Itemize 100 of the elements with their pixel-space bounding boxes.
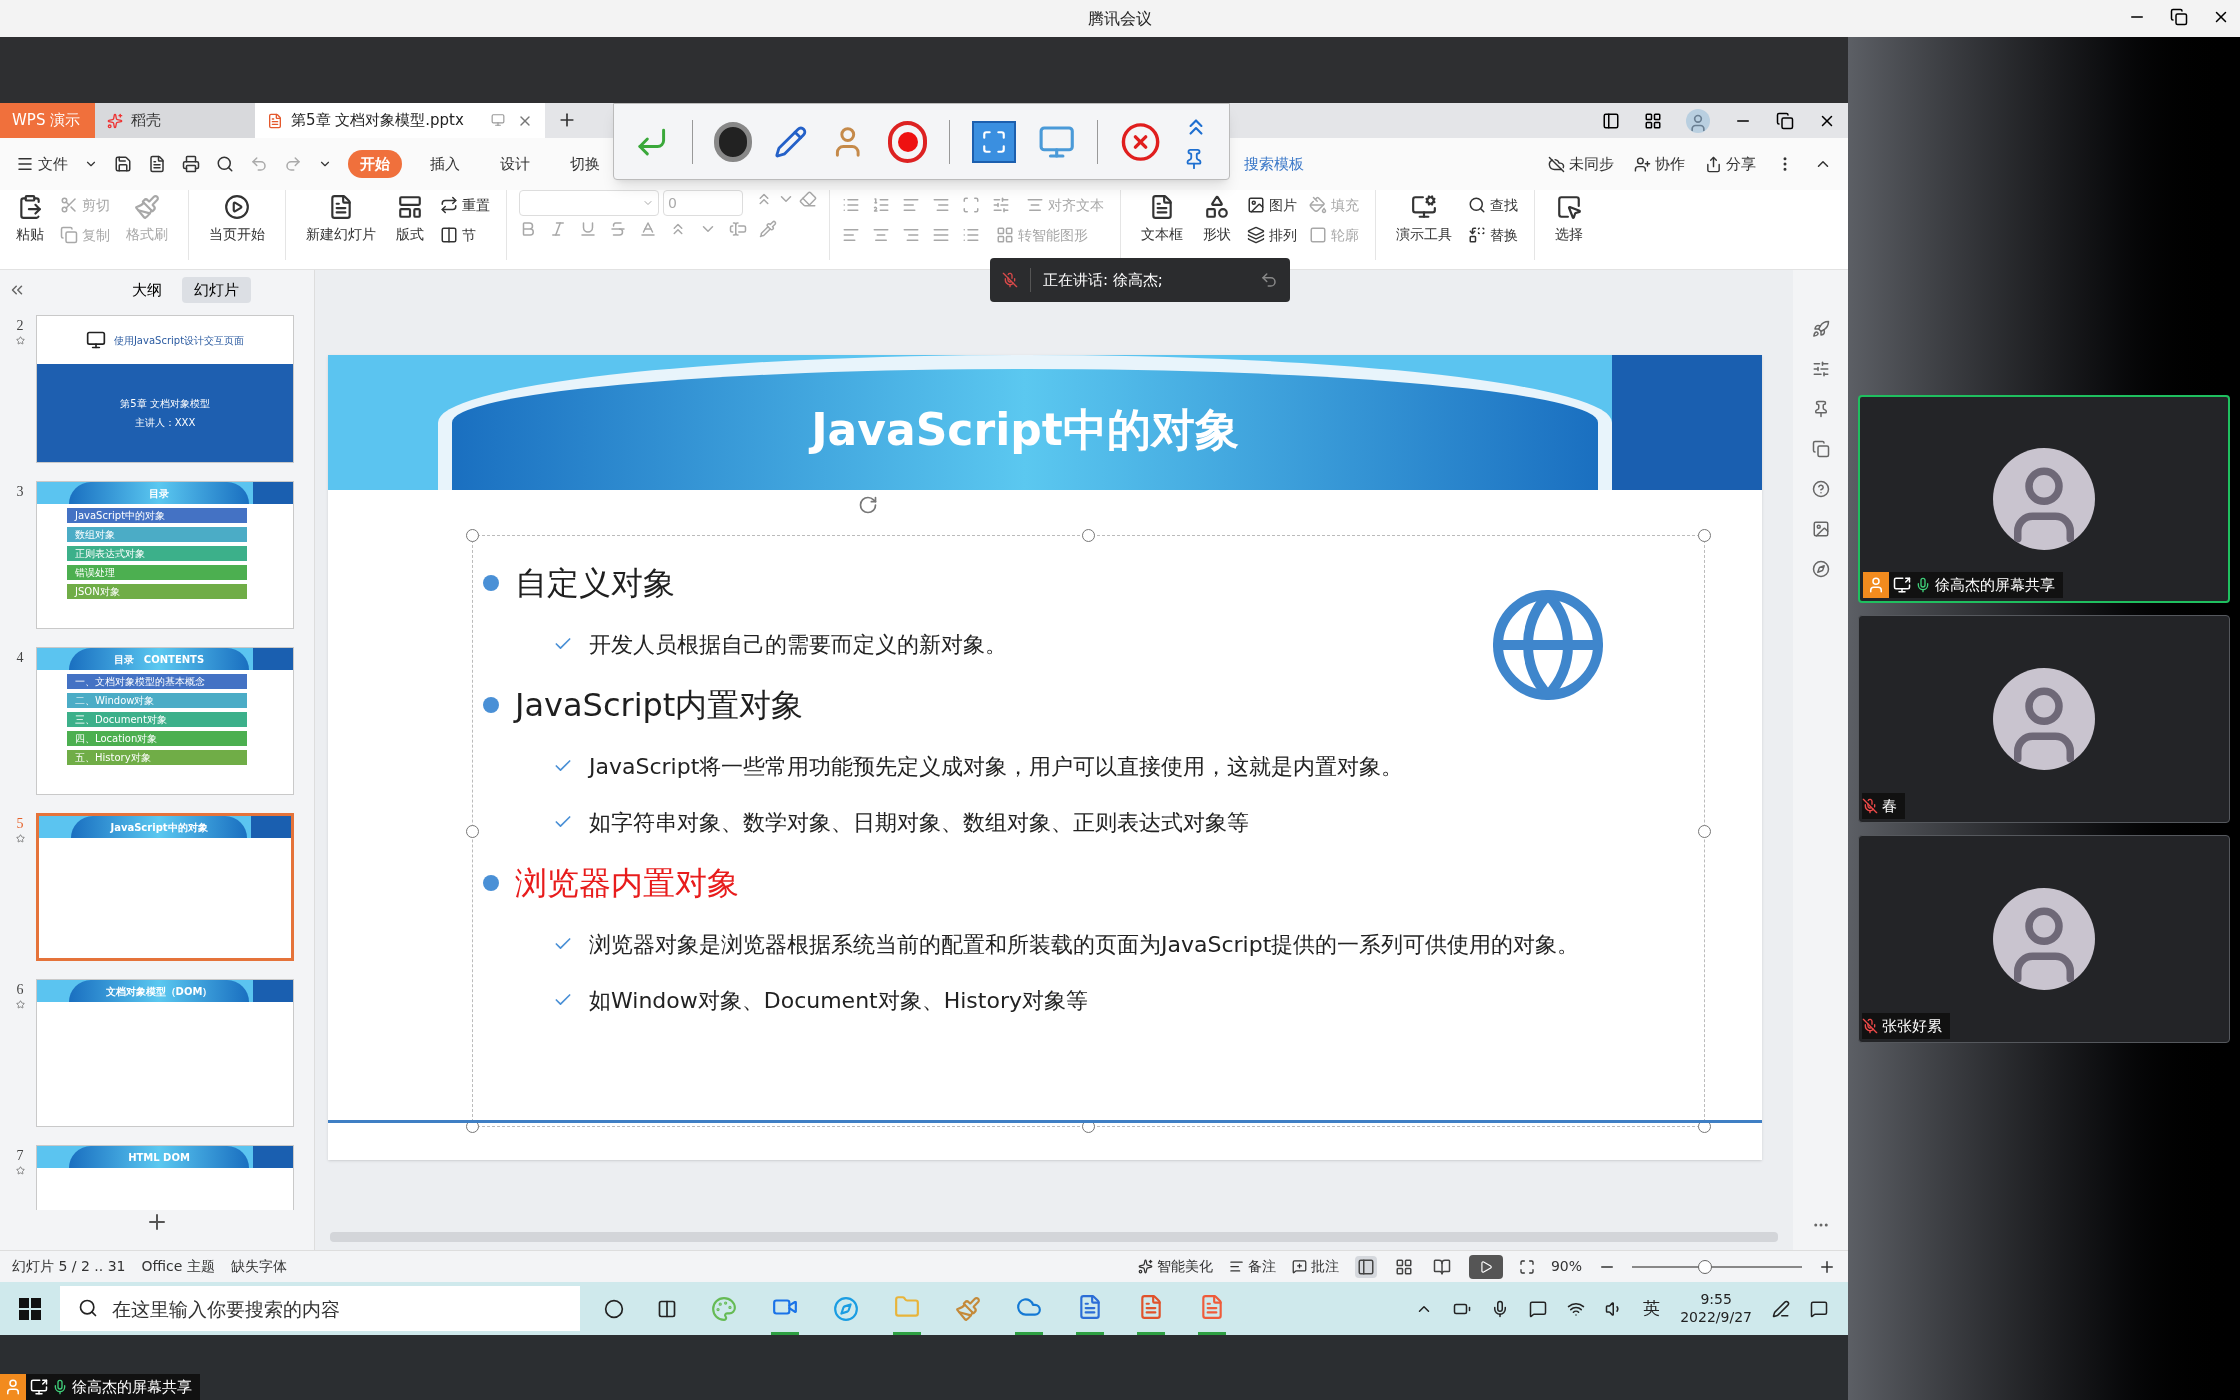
document-tab[interactable]: 第5章 文档对象模型.pptx xyxy=(255,103,545,138)
participant-name: 徐高杰的屏幕共享 xyxy=(72,1376,192,1398)
app-icon[interactable] xyxy=(1199,1294,1225,1320)
horizontal-scrollbar[interactable] xyxy=(330,1232,1778,1242)
ribbon-button[interactable]: 查找 xyxy=(1464,190,1522,220)
cortana-icon[interactable] xyxy=(604,1298,624,1319)
toolbar-action[interactable]: 未同步 xyxy=(1569,152,1614,176)
text-box-icon xyxy=(1149,194,1175,220)
restore-icon[interactable] xyxy=(2170,8,2188,26)
missing-fonts-button[interactable]: 缺失字体 xyxy=(230,1256,287,1277)
selection-handle[interactable] xyxy=(466,529,479,542)
rotate-handle-icon[interactable] xyxy=(858,495,878,515)
fill-icon xyxy=(1309,196,1327,214)
slide-thumbnail[interactable]: 目录 CONTENTS 一、文档对象模型的基本概念 二、Window对象 三、Document对象 四、Location对象 五、History对象 xyxy=(36,647,294,795)
participant-tile[interactable]: 春 xyxy=(1858,615,2230,823)
share-icon[interactable] xyxy=(1705,155,1722,173)
slide-thumbnail[interactable]: 目录 JavaScript中的对象 数组对象 正则表达式对象 错误处理 JSON对象 xyxy=(36,481,294,629)
slideshow-button[interactable] xyxy=(1468,1254,1503,1279)
replace-icon xyxy=(1468,226,1486,244)
ribbon-button[interactable]: 重置 xyxy=(436,190,494,220)
participant-tile[interactable]: 张张好累 xyxy=(1858,835,2230,1043)
panel-tab[interactable]: 幻灯片 xyxy=(182,276,251,304)
chat-icon[interactable] xyxy=(1529,1299,1548,1318)
restore-icon[interactable] xyxy=(1776,111,1794,130)
grid-icon[interactable] xyxy=(1644,111,1662,130)
compass-icon[interactable] xyxy=(1811,560,1830,578)
ribbon-button[interactable]: 形状 xyxy=(1195,190,1239,249)
windows-start-icon[interactable] xyxy=(19,1297,41,1320)
font-field[interactable] xyxy=(519,190,659,216)
picture-icon[interactable] xyxy=(1811,520,1830,538)
notification-icon[interactable] xyxy=(1810,1299,1828,1318)
ribbon-button[interactable]: 粘贴 xyxy=(8,190,52,249)
ribbon-tab[interactable]: 插入 xyxy=(418,150,472,178)
fit-icon[interactable] xyxy=(1518,1258,1535,1275)
rocket-icon[interactable] xyxy=(1811,320,1830,338)
sliders-icon[interactable] xyxy=(1811,360,1830,378)
preview-icon[interactable] xyxy=(216,155,234,173)
bullet-text: 开发人员根据自己的需要而定义的新对象。 xyxy=(589,630,1007,659)
ribbon-button[interactable]: 节 xyxy=(436,220,494,250)
selection-handle[interactable] xyxy=(1082,529,1095,542)
document-tab[interactable]: 稻壳 xyxy=(95,103,255,138)
ribbon-button[interactable]: 排列 xyxy=(1243,220,1301,250)
taskbar-search[interactable]: 在这里输入你要搜索的内容 xyxy=(60,1286,580,1331)
app-icon[interactable] xyxy=(1138,1294,1164,1320)
bullet-heading: 浏览器内置对象 xyxy=(515,863,739,904)
slide-number: 6 xyxy=(16,981,24,999)
input-method[interactable]: 英 xyxy=(1643,1295,1661,1322)
save-icon[interactable] xyxy=(114,155,132,173)
muted-mic-icon xyxy=(1002,272,1018,288)
thumbnail-title: JavaScript中的对象 xyxy=(71,816,247,838)
layout-icon[interactable] xyxy=(1602,111,1620,130)
ribbon-tab[interactable]: 切换 xyxy=(558,150,612,178)
notes-icon[interactable] xyxy=(1228,1259,1244,1274)
participant-tile[interactable]: 徐高杰的屏幕共享 xyxy=(1858,395,2230,603)
ribbon-button[interactable]: 图片 xyxy=(1243,190,1301,220)
selection-handle[interactable] xyxy=(1698,529,1711,542)
ribbon-button[interactable]: 版式 xyxy=(388,190,432,249)
contents-item: 错误处理 xyxy=(67,565,247,580)
ribbon-tab[interactable]: 设计 xyxy=(488,150,542,178)
ribbon-button[interactable]: 新建幻灯片 xyxy=(298,190,384,249)
user-avatar[interactable] xyxy=(1686,108,1710,133)
print-icon[interactable] xyxy=(182,155,200,173)
ribbon-button[interactable]: 替换 xyxy=(1464,220,1522,250)
expand-icon xyxy=(980,128,1007,155)
zoom-level[interactable]: 90% xyxy=(1550,1256,1582,1277)
selection-handle[interactable] xyxy=(1698,824,1711,838)
comments-button[interactable]: 批注 xyxy=(1310,1256,1339,1277)
user-plus-icon[interactable] xyxy=(1634,155,1651,173)
ribbon-button[interactable]: 当页开始 xyxy=(201,190,273,249)
pen-icon[interactable] xyxy=(1772,1299,1790,1318)
fullscreen-button[interactable] xyxy=(972,120,1016,163)
comment-icon[interactable] xyxy=(1291,1259,1307,1274)
ribbon-button[interactable]: 选择 xyxy=(1547,190,1591,249)
slide-thumbnail[interactable]: 使用JavaScript设计交互页面 第5章 文档对象模型 主讲人：XXX xyxy=(36,315,294,463)
camera-lens-icon[interactable] xyxy=(714,121,753,162)
help-icon[interactable] xyxy=(1811,480,1830,498)
notes-button[interactable]: 备注 xyxy=(1247,1256,1276,1277)
copy-icon[interactable] xyxy=(1811,440,1830,458)
beautify-button[interactable]: 智能美化 xyxy=(1156,1256,1213,1277)
app-icon[interactable] xyxy=(1077,1294,1103,1320)
ribbon-button[interactable]: 文本框 xyxy=(1133,190,1191,249)
file-menu[interactable]: 文件 xyxy=(38,152,68,176)
selection-handle[interactable] xyxy=(466,824,479,838)
toolbar-action[interactable]: 分享 xyxy=(1726,152,1756,176)
panel-tab[interactable]: 大纲 xyxy=(120,276,174,304)
slide-number: 3 xyxy=(16,483,24,501)
slide-number: 5 xyxy=(16,815,24,833)
zoom-slider-thumb[interactable] xyxy=(1698,1259,1713,1274)
undo-icon[interactable] xyxy=(1260,271,1278,289)
search-template[interactable]: 搜索模板 xyxy=(1244,152,1304,176)
ribbon-button[interactable]: 演示工具 xyxy=(1388,190,1460,249)
task-view-icon[interactable] xyxy=(657,1298,677,1319)
export-icon[interactable] xyxy=(148,155,166,173)
thumbnail-title: 文档对象模型（DOM） xyxy=(69,980,249,1002)
menu-icon[interactable] xyxy=(16,155,34,173)
cloud-icon[interactable] xyxy=(1548,155,1565,173)
record-icon[interactable] xyxy=(887,120,928,163)
sparkles-icon[interactable] xyxy=(1137,1259,1153,1274)
toolbar-action[interactable]: 协作 xyxy=(1655,152,1685,176)
zoom-slider[interactable] xyxy=(1632,1259,1802,1274)
